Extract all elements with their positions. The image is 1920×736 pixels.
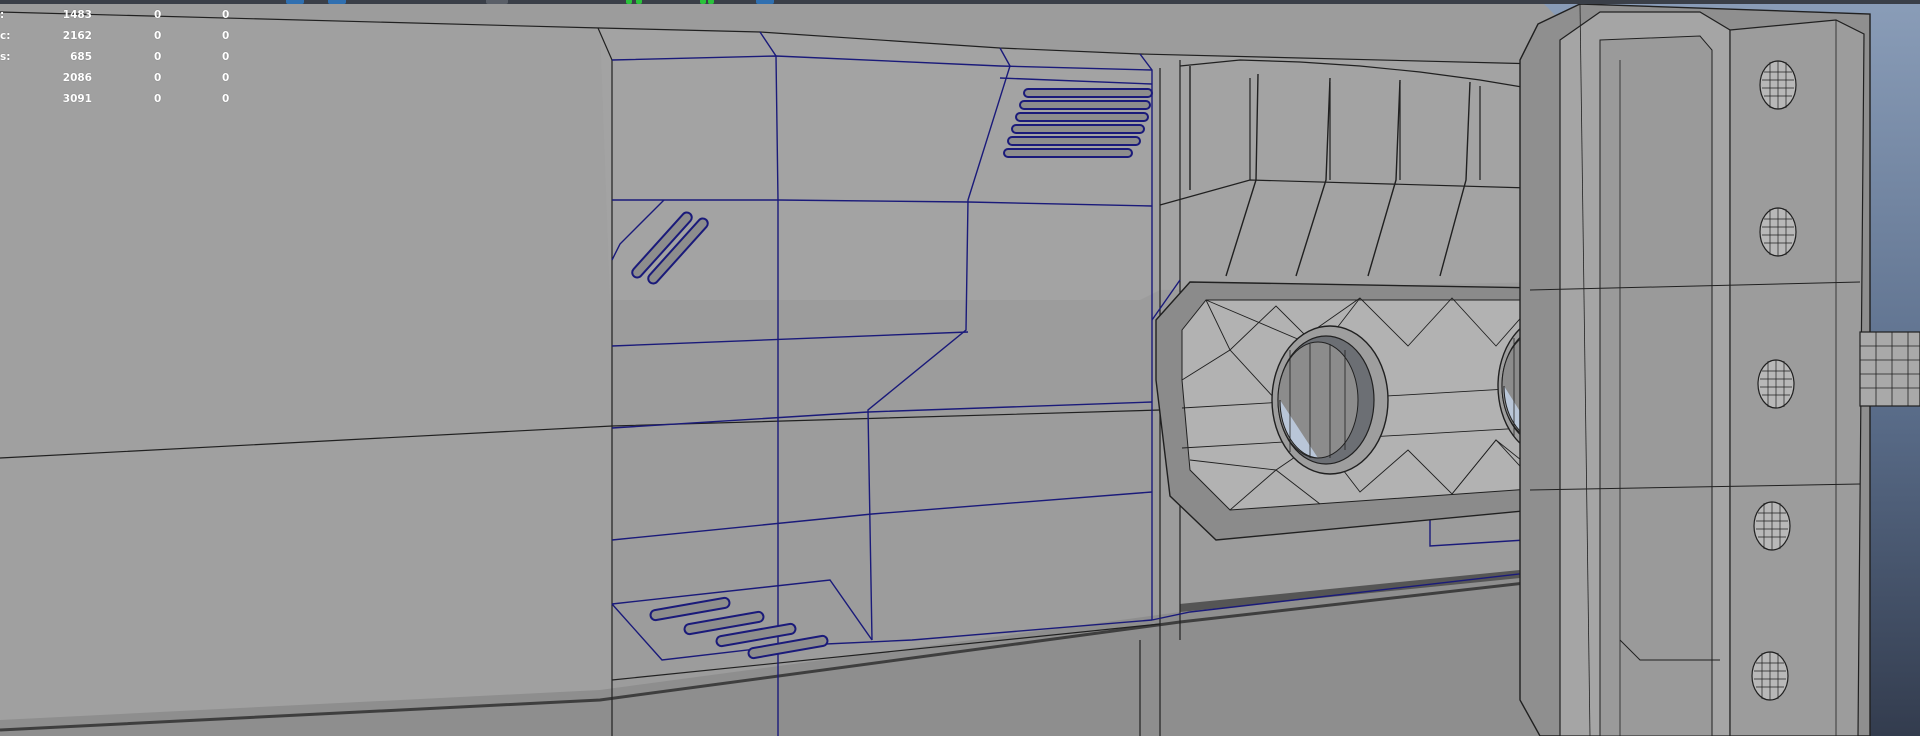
toolbar-strip	[0, 0, 1920, 4]
hud-value: 0	[154, 93, 162, 105]
status-light-icon	[700, 0, 706, 4]
status-light-icon	[708, 0, 714, 4]
hud-value: 0	[154, 9, 162, 21]
mesh-panel-left	[0, 12, 612, 736]
hud-value: 2086	[62, 72, 92, 84]
hud-value: 685	[70, 51, 92, 63]
hud-value: 3091	[62, 93, 92, 105]
hud-row: s: 685 0 0	[0, 47, 240, 68]
heads-up-display: : 1483 0 0 c: 2162 0 0 s: 685 0 0 2086 0…	[0, 5, 240, 110]
hud-label: c:	[0, 30, 11, 42]
model-wireframe[interactable]	[0, 0, 1920, 736]
hud-value: 2162	[62, 30, 92, 42]
hud-row: c: 2162 0 0	[0, 26, 240, 47]
status-light-icon	[626, 0, 632, 4]
toolbar-button[interactable]	[286, 0, 304, 4]
hud-value: 0	[222, 30, 230, 42]
hud-value: 1483	[62, 9, 92, 21]
hud-value: 0	[222, 72, 230, 84]
3d-viewport[interactable]: : 1483 0 0 c: 2162 0 0 s: 685 0 0 2086 0…	[0, 0, 1920, 736]
rear-rod	[1859, 331, 1920, 407]
status-light-icon	[636, 0, 642, 4]
hud-value: 0	[154, 51, 162, 63]
toolbar-button[interactable]	[756, 0, 774, 4]
hud-value: 0	[222, 93, 230, 105]
toolbar-button[interactable]	[486, 0, 508, 4]
hud-value: 0	[154, 30, 162, 42]
hud-label: :	[0, 9, 5, 21]
hud-row: 3091 0 0	[0, 89, 240, 110]
hud-value: 0	[222, 9, 230, 21]
cylinder-left	[1271, 325, 1389, 475]
hud-value: 0	[222, 51, 230, 63]
hud-value: 0	[154, 72, 162, 84]
toolbar-button[interactable]	[328, 0, 346, 4]
hud-label: s:	[0, 51, 11, 63]
flange-plate	[1519, 3, 1871, 736]
hud-row: 2086 0 0	[0, 68, 240, 89]
hud-row: : 1483 0 0	[0, 5, 240, 26]
